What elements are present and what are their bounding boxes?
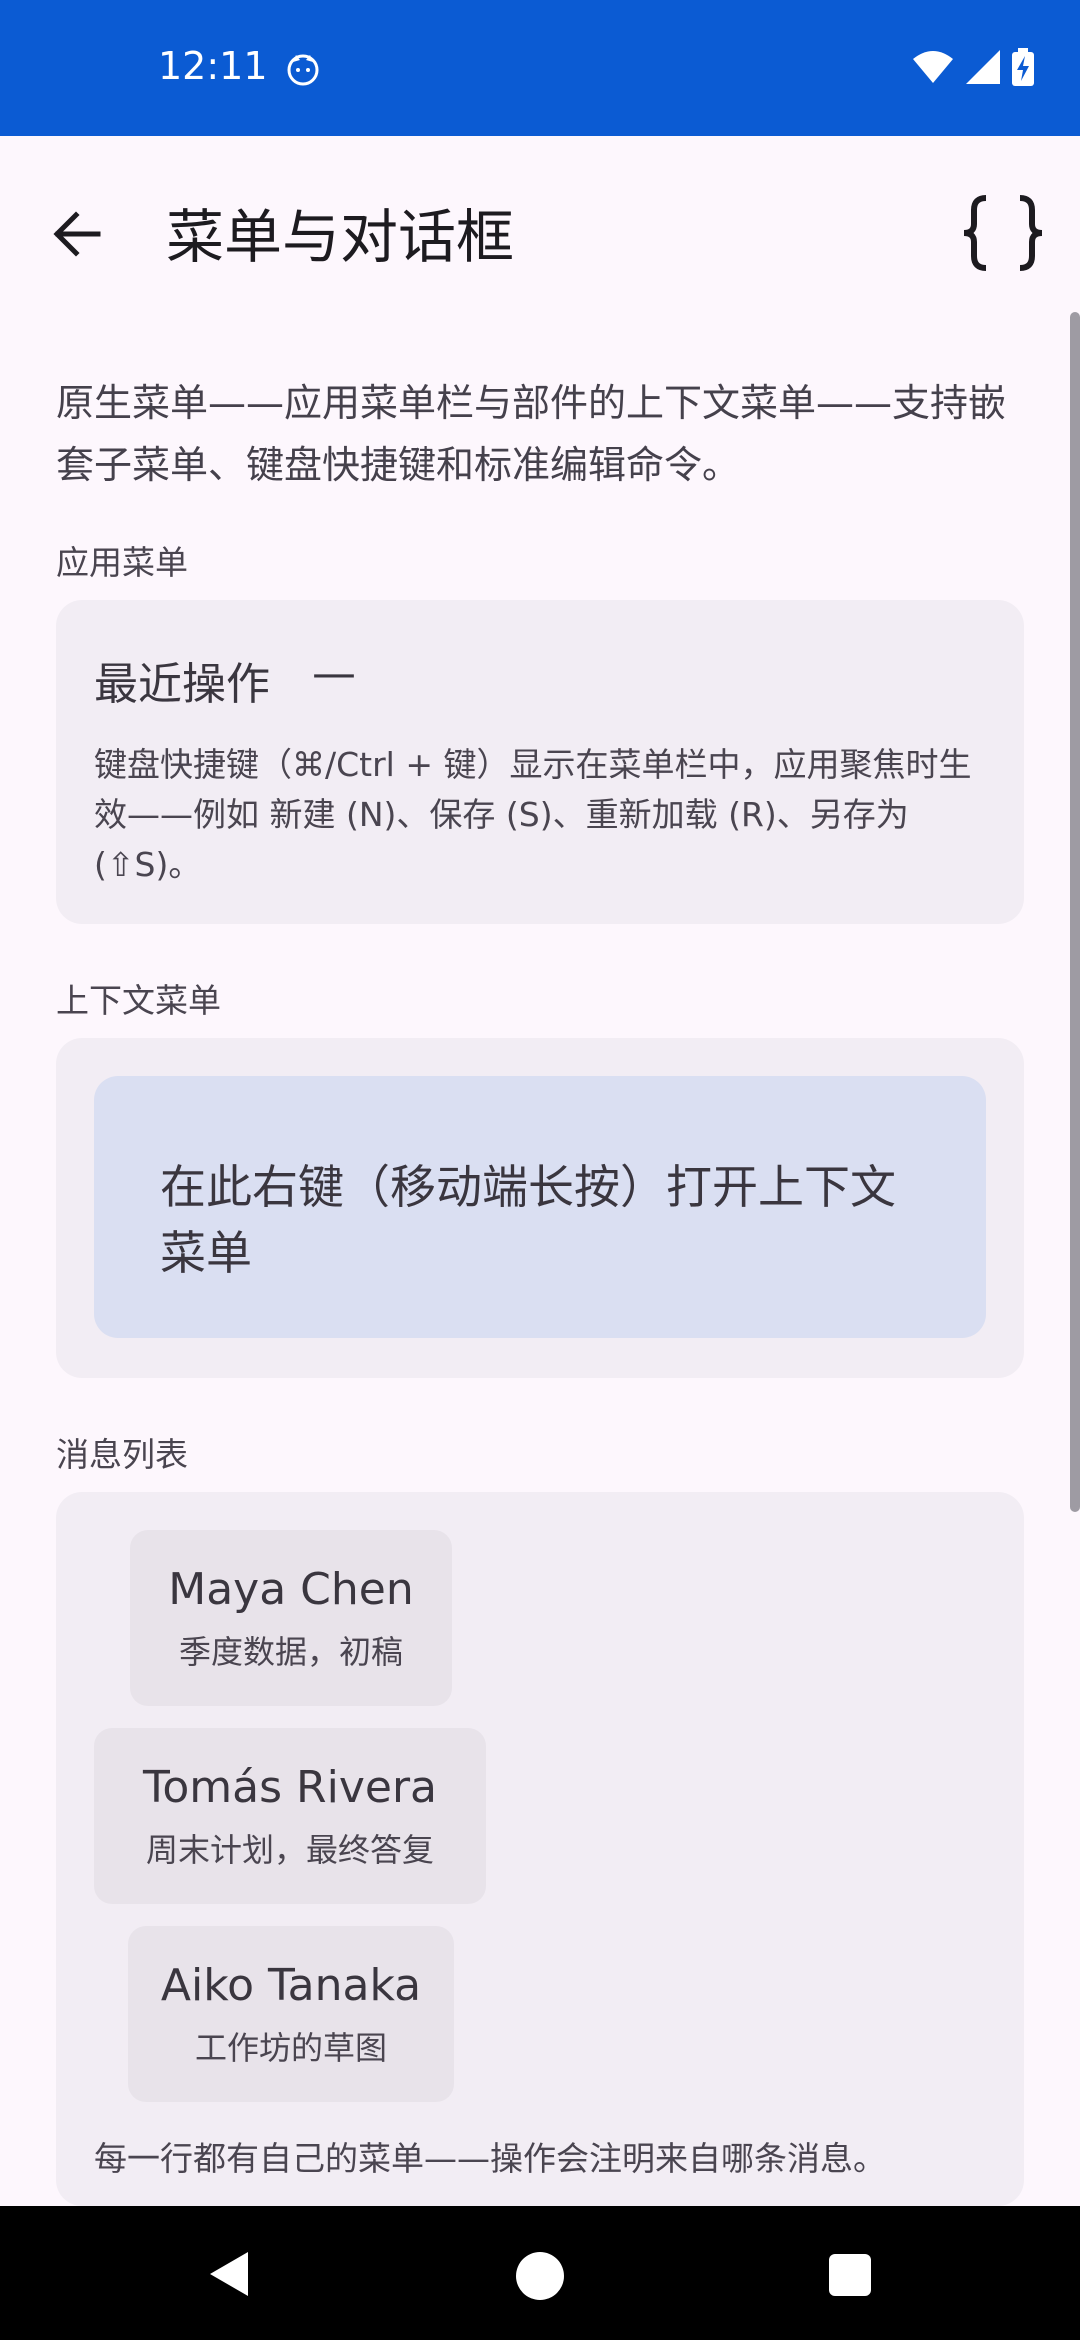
scrollbar[interactable] [1070, 312, 1080, 1512]
page-title: 菜单与对话框 [166, 203, 515, 271]
navigation-bar [0, 2206, 1080, 2340]
battery-charging-icon [1012, 48, 1034, 86]
context-menu-card: 在此右键（移动端长按）打开上下文菜单 [56, 1038, 1024, 1378]
nav-home-icon[interactable] [516, 2252, 564, 2300]
status-bar: 12:11 [0, 0, 1080, 136]
recent-actions-heading[interactable]: 最近操作 [94, 648, 270, 712]
message-sender: Aiko Tanaka [160, 1960, 422, 2011]
curly-braces-icon[interactable] [956, 188, 1050, 278]
list-item[interactable]: Tomás Rivera 周末计划，最终答复 [94, 1728, 486, 1904]
nav-recents-icon[interactable] [829, 2254, 871, 2296]
context-menu-target-label: 在此右键（移动端长按）打开上下文菜单 [160, 1160, 896, 1280]
app-menu-card: 最近操作 — 键盘快捷键（⌘/Ctrl + 键）显示在菜单栏中，应用聚焦时生效—… [56, 600, 1024, 924]
message-subject: 季度数据，初稿 [178, 1633, 403, 1671]
list-item[interactable]: Aiko Tanaka 工作坊的草图 [128, 1926, 454, 2102]
list-item[interactable]: Maya Chen 季度数据，初稿 [130, 1530, 452, 1706]
nav-back-icon[interactable] [206, 2250, 250, 2298]
wifi-icon [913, 51, 953, 83]
section-label-context-menu: 上下文菜单 [56, 981, 221, 1020]
app-bar: 菜单与对话框 [0, 136, 1080, 316]
message-sender: Tomás Rivera [142, 1762, 437, 1813]
message-subject: 周末计划，最终答复 [145, 1831, 434, 1869]
section-label-message-list: 消息列表 [56, 1435, 188, 1474]
message-list-footer: 每一行都有自己的菜单——操作会注明来自哪条消息。 [94, 2139, 886, 2178]
message-list-card: Maya Chen 季度数据，初稿 Tomás Rivera 周末计划，最终答复… [56, 1492, 1024, 2206]
section-label-app-menu: 应用菜单 [56, 543, 188, 582]
arrow-left-icon[interactable] [42, 198, 112, 268]
status-time: 12:11 [158, 44, 268, 88]
signal-icon [966, 50, 1000, 84]
notification-cat-icon [287, 54, 319, 86]
message-sender: Maya Chen [168, 1564, 414, 1615]
shortcut-note: 键盘快捷键（⌘/Ctrl + 键）显示在菜单栏中，应用聚焦时生效——例如 新建 … [94, 745, 972, 884]
message-subject: 工作坊的草图 [194, 2029, 387, 2067]
context-menu-target[interactable]: 在此右键（移动端长按）打开上下文菜单 [94, 1076, 986, 1338]
status-icons [912, 48, 1034, 86]
recent-actions-dash: — [312, 648, 356, 699]
intro-text: 原生菜单——应用菜单栏与部件的上下文菜单——支持嵌套子菜单、键盘快捷键和标准编辑… [56, 381, 1007, 487]
